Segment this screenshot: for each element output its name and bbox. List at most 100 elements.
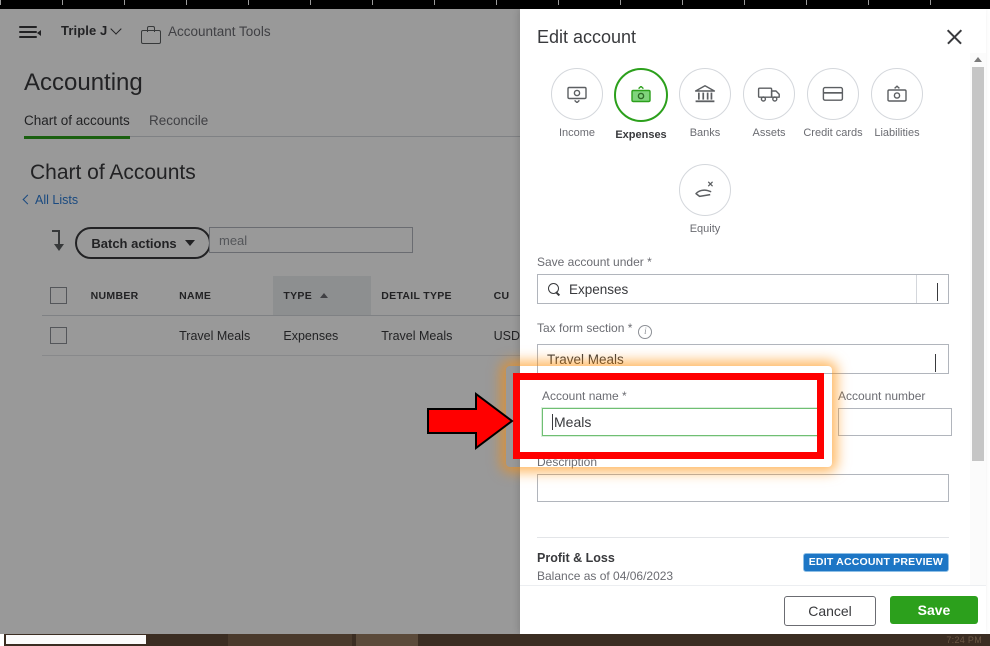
cell-number bbox=[80, 315, 170, 356]
credit-card-icon bbox=[807, 68, 859, 120]
company-switcher[interactable]: Triple J bbox=[61, 23, 122, 38]
preview-separator bbox=[537, 537, 949, 538]
accounts-table: NUMBER NAME TYPE DETAIL TYPE CU Travel M… bbox=[42, 276, 520, 356]
money-in-icon bbox=[551, 68, 603, 120]
briefcase-icon bbox=[141, 26, 161, 44]
edit-account-preview-badge: EDIT ACCOUNT PREVIEW bbox=[802, 553, 949, 572]
select-all-checkbox[interactable] bbox=[50, 287, 67, 304]
dialog-scrollbar[interactable] bbox=[970, 53, 986, 594]
company-name: Triple J bbox=[61, 23, 108, 38]
account-type-equity[interactable]: Equity bbox=[673, 164, 737, 236]
account-type-banks-label: Banks bbox=[689, 127, 721, 139]
batch-actions-button[interactable]: Batch actions bbox=[75, 227, 211, 259]
description-input[interactable] bbox=[537, 474, 949, 502]
table-row[interactable]: Travel Meals Expenses Travel Meals USD bbox=[42, 315, 520, 356]
table-header-row: NUMBER NAME TYPE DETAIL TYPE CU bbox=[42, 276, 520, 316]
account-name-input[interactable]: Meals bbox=[542, 408, 822, 436]
edit-account-dialog: Edit account Income Expenses Banks Asset… bbox=[520, 9, 986, 634]
chevron-down-icon bbox=[110, 23, 122, 35]
dialog-title: Edit account bbox=[537, 27, 637, 47]
all-lists-link[interactable]: All Lists bbox=[22, 193, 78, 207]
accountant-tools-button[interactable]: Accountant Tools bbox=[168, 24, 271, 39]
account-type-selector: Income Expenses Banks Assets Credit card… bbox=[545, 68, 945, 142]
page-title: Accounting bbox=[24, 69, 143, 96]
cancel-button[interactable]: Cancel bbox=[784, 596, 876, 626]
account-type-credit-cards[interactable]: Credit cards bbox=[801, 68, 865, 142]
column-header-number[interactable]: NUMBER bbox=[80, 276, 170, 316]
taskbar-clock: 7:24 PM bbox=[946, 635, 982, 645]
cell-detail-type: Travel Meals bbox=[371, 315, 484, 356]
batch-actions-label: Batch actions bbox=[91, 235, 177, 251]
account-type-liabilities[interactable]: Liabilities bbox=[865, 68, 929, 142]
search-input[interactable]: meal bbox=[209, 227, 413, 253]
equity-hand-icon bbox=[679, 164, 731, 216]
tab-reconcile[interactable]: Reconcile bbox=[149, 113, 208, 136]
close-x-icon[interactable] bbox=[946, 28, 964, 46]
window-top-edge bbox=[0, 0, 990, 9]
screen: Triple J Accountant Tools Accounting Cha… bbox=[0, 0, 990, 646]
account-type-assets[interactable]: Assets bbox=[737, 68, 801, 142]
scroll-up-arrow-icon[interactable] bbox=[974, 57, 982, 62]
account-type-income-label: Income bbox=[558, 127, 596, 139]
cell-name: Travel Meals bbox=[169, 315, 274, 356]
tab-chart-of-accounts[interactable]: Chart of accounts bbox=[24, 113, 130, 139]
money-bill-icon bbox=[871, 68, 923, 120]
money-out-icon bbox=[614, 68, 668, 122]
field-account-name: Account name * Meals bbox=[542, 389, 822, 436]
column-header-detail-type[interactable]: DETAIL TYPE bbox=[371, 276, 484, 316]
tax-form-section-value: Travel Meals bbox=[547, 351, 624, 367]
account-type-liabilities-label: Liabilities bbox=[874, 127, 920, 139]
info-circle-icon[interactable]: i bbox=[638, 325, 653, 339]
quickbooks-page: Triple J Accountant Tools Accounting Cha… bbox=[4, 9, 520, 634]
account-number-input[interactable] bbox=[838, 408, 952, 436]
dialog-footer: Cancel Save bbox=[520, 585, 986, 634]
row-checkbox[interactable] bbox=[50, 327, 67, 344]
account-type-expenses-label: Expenses bbox=[615, 129, 667, 141]
save-account-under-value: Expenses bbox=[569, 281, 629, 297]
list-heading: Chart of Accounts bbox=[30, 161, 196, 184]
bank-building-icon bbox=[679, 68, 731, 120]
account-name-label: Account name * bbox=[542, 389, 627, 403]
hscrollbar-thumb[interactable] bbox=[6, 635, 146, 644]
scrollbar-thumb[interactable] bbox=[972, 67, 984, 461]
text-cursor bbox=[552, 414, 553, 430]
chart-of-accounts-card: Chart of Accounts All Lists Batch action… bbox=[22, 149, 520, 634]
window-horizontal-scrollbar[interactable]: 7:24 PM bbox=[4, 634, 990, 646]
column-header-currency[interactable]: CU bbox=[483, 276, 520, 316]
cell-currency: USD bbox=[483, 315, 520, 356]
column-header-type-label: TYPE bbox=[283, 289, 313, 302]
magnifier-icon bbox=[548, 283, 561, 296]
column-header-name[interactable]: NAME bbox=[169, 276, 274, 316]
account-type-banks[interactable]: Banks bbox=[673, 68, 737, 142]
row-select-cell bbox=[42, 315, 81, 356]
column-header-type[interactable]: TYPE bbox=[273, 276, 372, 316]
input-divider bbox=[916, 275, 917, 303]
save-button[interactable]: Save bbox=[890, 596, 978, 624]
tax-form-section-select[interactable]: Travel Meals bbox=[537, 344, 949, 374]
taskbar-segment-2 bbox=[356, 634, 418, 646]
save-account-under-input[interactable]: Expenses bbox=[537, 274, 949, 304]
select-all-header bbox=[42, 276, 81, 316]
chevron-down-icon[interactable] bbox=[937, 283, 938, 301]
taskbar-segment bbox=[228, 634, 352, 646]
field-tax-form-section: Tax form section * i Travel Meals bbox=[537, 321, 949, 374]
account-number-label: Account number bbox=[838, 389, 926, 403]
field-account-number: Account number bbox=[838, 389, 952, 436]
account-type-expenses[interactable]: Expenses bbox=[609, 68, 673, 142]
delivery-truck-icon bbox=[743, 68, 795, 120]
account-type-income[interactable]: Income bbox=[545, 68, 609, 142]
account-type-equity-label: Equity bbox=[689, 223, 721, 235]
ruler-ticks bbox=[0, 0, 990, 5]
sort-descending-icon[interactable] bbox=[52, 228, 66, 251]
account-name-value: Meals bbox=[554, 414, 592, 430]
field-description: Description bbox=[537, 455, 949, 502]
hamburger-menu-icon[interactable] bbox=[19, 26, 41, 39]
dialog-body: Income Expenses Banks Assets Credit card… bbox=[520, 59, 966, 587]
field-save-account-under: Save account under * Expenses bbox=[537, 255, 949, 304]
chevron-left-icon bbox=[22, 194, 33, 205]
save-account-under-label: Save account under * bbox=[537, 255, 652, 269]
caret-down-icon bbox=[184, 240, 195, 246]
app-topbar: Triple J Accountant Tools bbox=[4, 9, 520, 53]
cell-type: Expenses bbox=[273, 315, 372, 356]
account-preview-section: Profit & Loss Balance as of 04/06/2023 E… bbox=[537, 551, 949, 583]
